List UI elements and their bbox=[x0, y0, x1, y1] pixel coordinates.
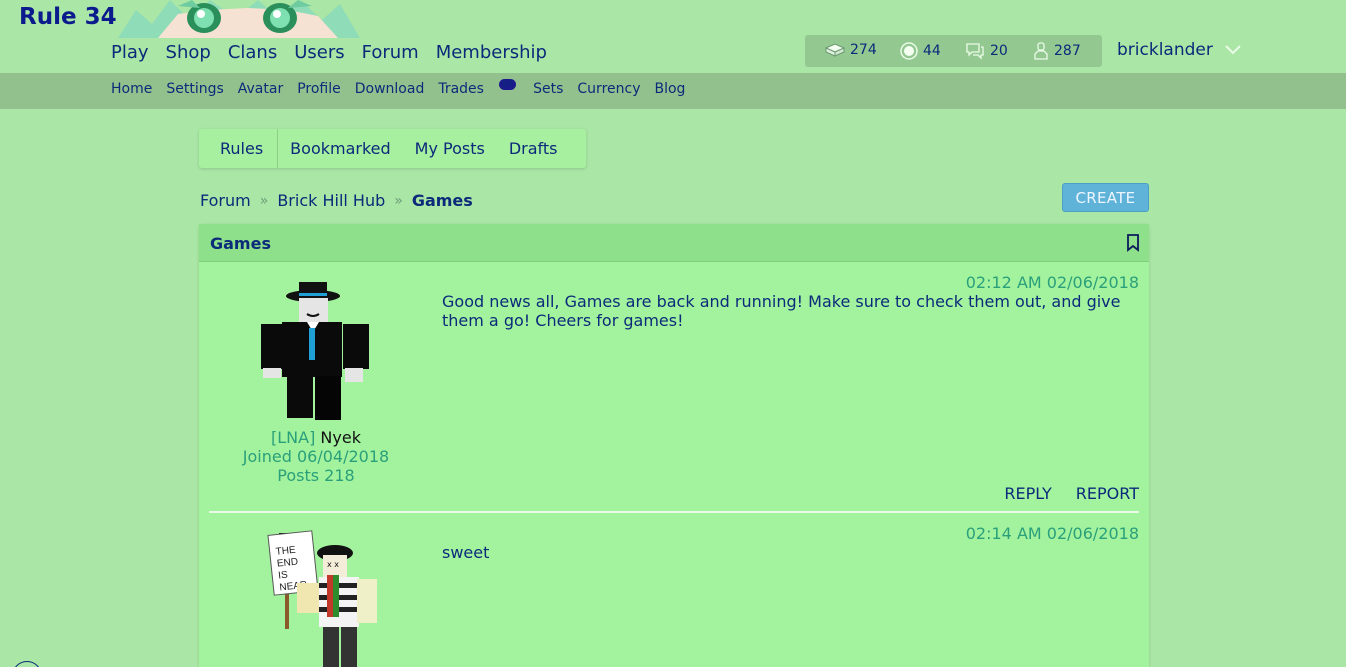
double-chevron-right-icon: » bbox=[394, 192, 403, 209]
breadcrumb-forum[interactable]: Forum bbox=[200, 191, 251, 210]
bits-stat[interactable]: 44 bbox=[900, 42, 941, 60]
subnav-home[interactable]: Home bbox=[111, 81, 152, 97]
currency-stats-bar: 274 44 20 287 bbox=[805, 35, 1102, 67]
forum-post: [LNA] Nyek Joined 06/04/2018 Posts 218 0… bbox=[209, 264, 1139, 513]
double-chevron-right-icon: » bbox=[259, 192, 269, 209]
top-header: Rule 34 Play Shop Clans Users Forum Memb… bbox=[0, 0, 1346, 73]
subnav-profile[interactable]: Profile bbox=[297, 81, 341, 97]
subnav-trades[interactable]: Trades 57 bbox=[438, 79, 517, 97]
user-menu[interactable]: bricklander bbox=[1117, 40, 1241, 60]
svg-text:x x: x x bbox=[327, 560, 339, 569]
sub-nav: Home Settings Avatar Profile Download Tr… bbox=[111, 79, 699, 97]
bucks-count: 274 bbox=[850, 42, 877, 58]
user-avatar[interactable] bbox=[249, 272, 399, 422]
coin-icon bbox=[900, 42, 918, 60]
brick-icon bbox=[825, 42, 845, 58]
tab-rules[interactable]: Rules bbox=[199, 129, 279, 168]
tab-drafts[interactable]: Drafts bbox=[497, 129, 570, 168]
post-author-info: [LNA] Nyek Joined 06/04/2018 Posts 218 bbox=[209, 428, 423, 485]
bits-count: 44 bbox=[923, 43, 941, 59]
breadcrumb-current[interactable]: Games bbox=[412, 191, 473, 210]
chevron-down-icon bbox=[1225, 40, 1241, 60]
tab-my-posts[interactable]: My Posts bbox=[403, 129, 497, 168]
author-post-count: Posts 218 bbox=[277, 466, 355, 485]
nav-membership[interactable]: Membership bbox=[436, 42, 547, 63]
username: bricklander bbox=[1117, 40, 1213, 60]
report-button[interactable]: REPORT bbox=[1076, 484, 1139, 503]
nav-play[interactable]: Play bbox=[111, 42, 149, 63]
thread-title: Games bbox=[210, 234, 271, 253]
thread-card: Games [LNA] Nyek Joined 06/04/2018 Posts… bbox=[199, 224, 1149, 667]
subnav-avatar[interactable]: Avatar bbox=[238, 81, 283, 97]
sign-text: THE bbox=[275, 545, 296, 558]
breadcrumb-hub[interactable]: Brick Hill Hub bbox=[277, 191, 385, 210]
bucks-stat[interactable]: 274 bbox=[825, 42, 877, 58]
subnav-settings[interactable]: Settings bbox=[166, 81, 223, 97]
post-body: Good news all, Games are back and runnin… bbox=[442, 292, 1121, 330]
person-icon bbox=[1033, 42, 1049, 60]
nav-shop[interactable]: Shop bbox=[166, 42, 211, 63]
svg-text:END: END bbox=[276, 556, 298, 569]
messages-stat[interactable]: 20 bbox=[965, 42, 1008, 60]
post-body: sweet bbox=[442, 543, 490, 562]
svg-text:IS: IS bbox=[278, 570, 289, 582]
user-avatar[interactable]: THE END IS NEAR x x bbox=[249, 523, 399, 667]
forum-tabs: Rules Bookmarked My Posts Drafts bbox=[199, 129, 586, 168]
bookmark-icon[interactable] bbox=[1126, 234, 1140, 256]
thread-header: Games bbox=[199, 224, 1149, 262]
messages-count: 20 bbox=[990, 43, 1008, 59]
create-button[interactable]: CREATE bbox=[1062, 183, 1149, 212]
forum-post: THE END IS NEAR x x 02:14 AM 02/06/2018 bbox=[209, 515, 1139, 667]
subnav-blog[interactable]: Blog bbox=[654, 81, 685, 97]
friends-count: 287 bbox=[1054, 43, 1081, 59]
corner-widget-icon[interactable] bbox=[12, 661, 42, 667]
subnav-sets[interactable]: Sets bbox=[533, 81, 563, 97]
subnav-download[interactable]: Download bbox=[355, 81, 425, 97]
author-clan-tag[interactable]: [LNA] bbox=[271, 428, 315, 447]
header-mascot-image bbox=[118, 0, 360, 38]
post-actions: REPLY REPORT bbox=[1004, 484, 1139, 503]
nav-clans[interactable]: Clans bbox=[228, 42, 277, 63]
post-date: 02:12 AM 02/06/2018 bbox=[965, 273, 1139, 292]
friends-stat[interactable]: 287 bbox=[1033, 42, 1081, 60]
post-date: 02:14 AM 02/06/2018 bbox=[965, 524, 1139, 543]
subnav-trades-label: Trades bbox=[438, 81, 484, 97]
chat-bubbles-icon bbox=[965, 42, 985, 60]
site-title[interactable]: Rule 34 bbox=[19, 4, 117, 30]
main-nav: Play Shop Clans Users Forum Membership bbox=[111, 42, 547, 63]
trades-count-badge: 57 bbox=[498, 79, 517, 90]
nav-users[interactable]: Users bbox=[294, 42, 344, 63]
author-name[interactable]: Nyek bbox=[320, 428, 361, 447]
reply-button[interactable]: REPLY bbox=[1004, 484, 1051, 503]
nav-forum[interactable]: Forum bbox=[362, 42, 419, 63]
breadcrumb: Forum » Brick Hill Hub » Games bbox=[200, 191, 473, 210]
subnav-currency[interactable]: Currency bbox=[577, 81, 640, 97]
tab-bookmarked[interactable]: Bookmarked bbox=[278, 129, 402, 168]
author-joined: Joined 06/04/2018 bbox=[242, 447, 390, 466]
